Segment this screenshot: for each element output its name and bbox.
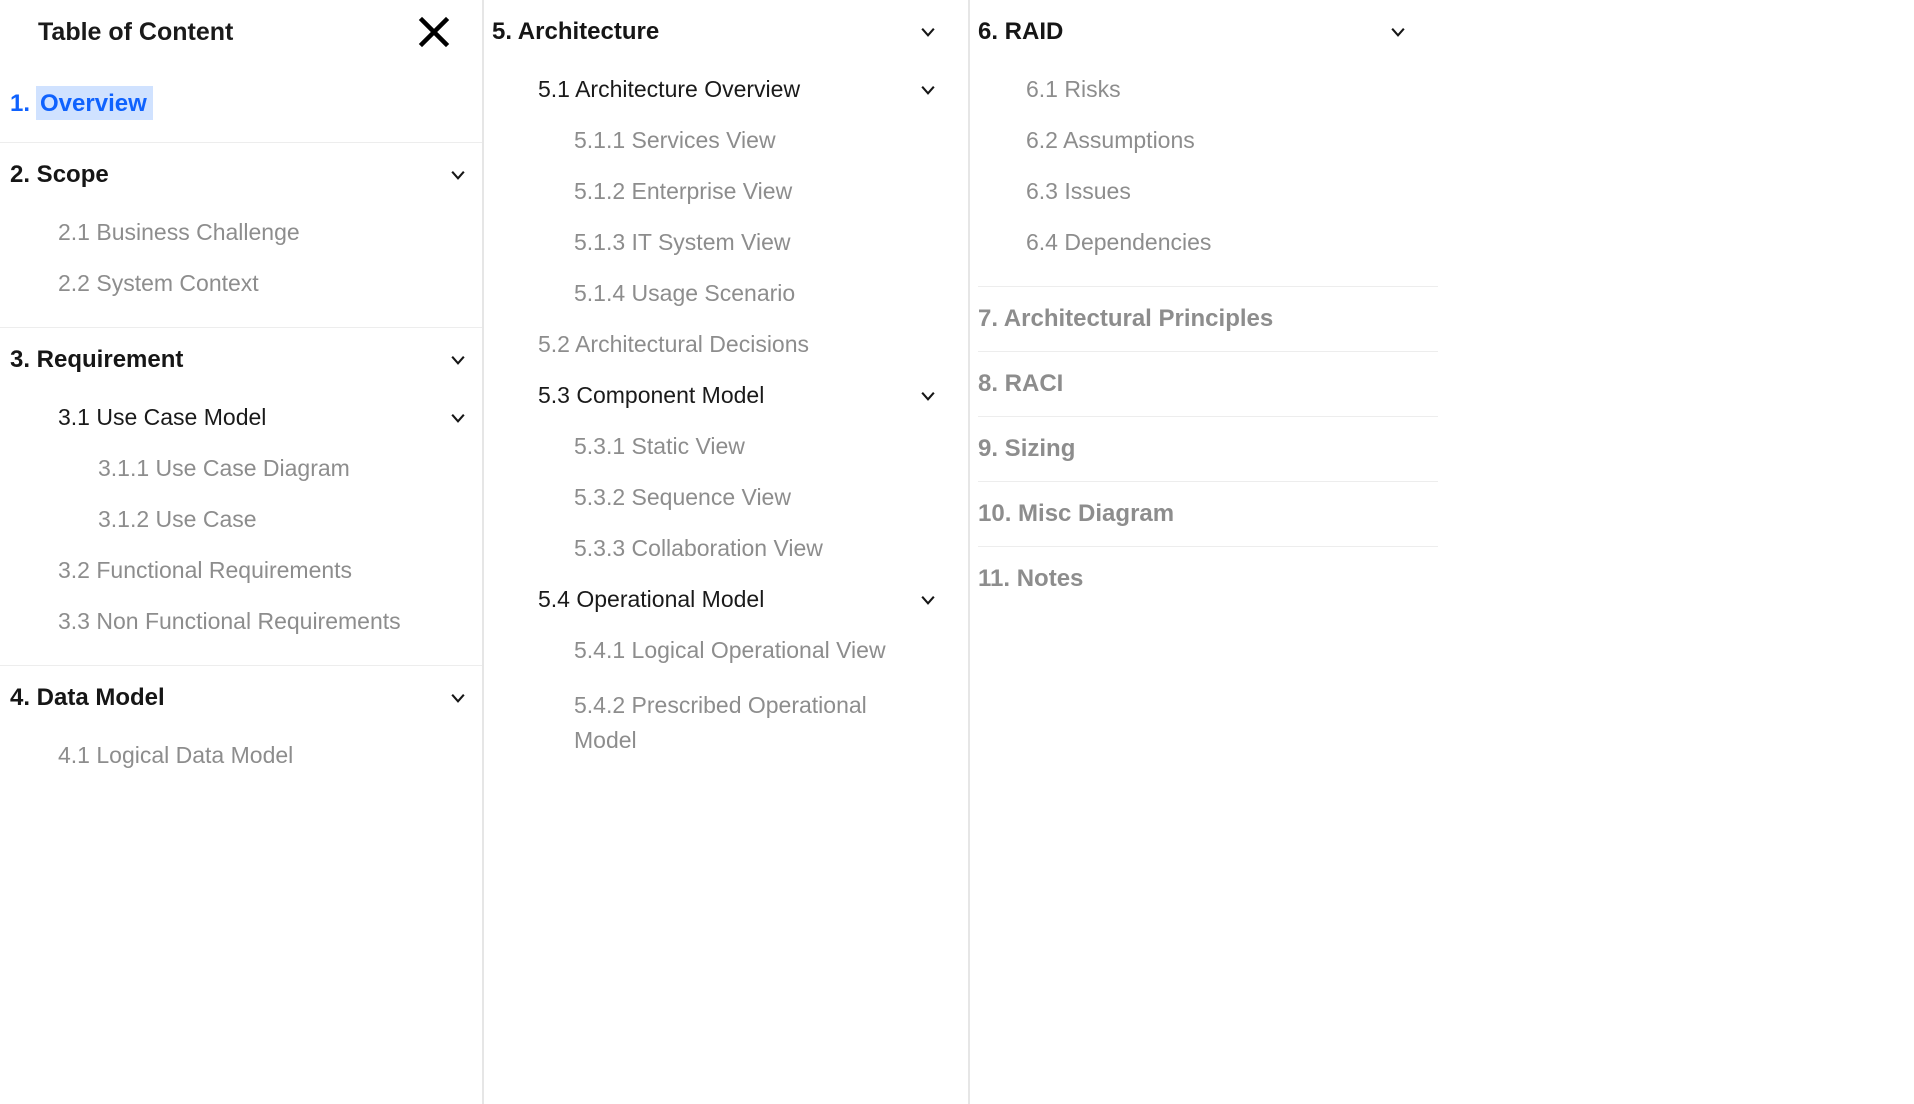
section-label: 7. Architectural Principles [978, 305, 1273, 333]
section-label: 4. Data Model [10, 684, 165, 712]
close-icon[interactable] [416, 14, 452, 50]
toc-item-use-case[interactable]: 3.1.2 Use Case [10, 494, 468, 545]
chevron-down-icon[interactable] [1388, 22, 1408, 42]
toc-item-assumptions[interactable]: 6.2 Assumptions [978, 115, 1408, 166]
chevron-down-icon[interactable] [448, 408, 468, 428]
toc-item-static-view[interactable]: 5.3.1 Static View [492, 421, 938, 472]
toc-title: Table of Content [38, 18, 233, 47]
chevron-down-icon[interactable] [448, 350, 468, 370]
chevron-down-icon[interactable] [448, 165, 468, 185]
toc-item-architectural-principles[interactable]: 7. Architectural Principles [978, 287, 1438, 352]
chevron-down-icon[interactable] [918, 80, 938, 100]
toc-item-prescribed-operational-model[interactable]: 5.4.2 Prescribed Operational Model [492, 676, 938, 769]
toc-item-operational-model[interactable]: 5.4 Operational Model [492, 574, 938, 625]
toc-column-2: 5. Architecture 5.1 Architecture Overvie… [484, 0, 970, 1104]
chevron-down-icon[interactable] [448, 688, 468, 708]
toc-item-logical-data-model[interactable]: 4.1 Logical Data Model [10, 730, 468, 781]
toc-item-raci[interactable]: 8. RACI [978, 352, 1438, 417]
toc-item-dependencies[interactable]: 6.4 Dependencies [978, 217, 1408, 268]
chevron-down-icon[interactable] [918, 590, 938, 610]
toc-layout: Table of Content 1. Overview 1. Overview… [0, 0, 1914, 1104]
toc-item-misc-diagram[interactable]: 10. Misc Diagram [978, 482, 1438, 547]
toc-item-requirement[interactable]: 3. Requirement 3.1 Use Case Model 3.1.1 … [0, 328, 482, 666]
section-label: 9. Sizing [978, 435, 1075, 463]
toc-header: Table of Content [0, 0, 482, 64]
toc-item-it-system-view[interactable]: 5.1.3 IT System View [492, 217, 938, 268]
toc-item-raid[interactable]: 6. RAID 6.1 Risks 6.2 Assumptions 6.3 Is… [978, 0, 1438, 287]
toc-item-risks[interactable]: 6.1 Risks [978, 64, 1408, 115]
toc-item-sequence-view[interactable]: 5.3.2 Sequence View [492, 472, 938, 523]
toc-item-system-context[interactable]: 2.2 System Context [10, 258, 468, 309]
toc-item-usage-scenario[interactable]: 5.1.4 Usage Scenario [492, 268, 938, 319]
toc-item-component-model[interactable]: 5.3 Component Model [492, 370, 938, 421]
toc-item-overview[interactable]: 1. Overview 1. Overview [0, 64, 482, 143]
toc-item-services-view[interactable]: 5.1.1 Services View [492, 115, 938, 166]
toc-item-sizing[interactable]: 9. Sizing [978, 417, 1438, 482]
toc-item-logical-operational-view[interactable]: 5.4.1 Logical Operational View [492, 625, 938, 676]
section-label: 2. Scope [10, 161, 109, 189]
chevron-down-icon[interactable] [918, 386, 938, 406]
toc-item-issues[interactable]: 6.3 Issues [978, 166, 1408, 217]
toc-item-use-case-model[interactable]: 3.1 Use Case Model [10, 392, 468, 443]
toc-item-data-model[interactable]: 4. Data Model 4.1 Logical Data Model [0, 666, 482, 799]
section-label: 6. RAID [978, 18, 1063, 46]
toc-column-3: 6. RAID 6.1 Risks 6.2 Assumptions 6.3 Is… [970, 0, 1914, 1104]
section-label: 10. Misc Diagram [978, 500, 1174, 528]
section-label: 8. RACI [978, 370, 1063, 398]
toc-item-functional-requirements[interactable]: 3.2 Functional Requirements [10, 545, 468, 596]
toc-item-collaboration-view[interactable]: 5.3.3 Collaboration View [492, 523, 938, 574]
toc-item-non-functional-requirements[interactable]: 3.3 Non Functional Requirements [10, 596, 468, 647]
section-label: 3. Requirement [10, 346, 183, 374]
toc-item-notes[interactable]: 11. Notes [978, 547, 1438, 611]
toc-column-1: Table of Content 1. Overview 1. Overview… [0, 0, 484, 1104]
toc-item-business-challenge[interactable]: 2.1 Business Challenge [10, 207, 468, 258]
toc-item-scope[interactable]: 2. Scope 2.1 Business Challenge 2.2 Syst… [0, 143, 482, 328]
toc-item-architectural-decisions[interactable]: 5.2 Architectural Decisions [492, 319, 938, 370]
section-label: 5. Architecture [492, 18, 659, 46]
toc-item-architecture[interactable]: 5. Architecture 5.1 Architecture Overvie… [492, 0, 968, 787]
toc-item-use-case-diagram[interactable]: 3.1.1 Use Case Diagram [10, 443, 468, 494]
toc-item-enterprise-view[interactable]: 5.1.2 Enterprise View [492, 166, 938, 217]
section-label: 11. Notes [978, 565, 1083, 593]
chevron-down-icon[interactable] [918, 22, 938, 42]
toc-item-architecture-overview[interactable]: 5.1 Architecture Overview [492, 64, 938, 115]
